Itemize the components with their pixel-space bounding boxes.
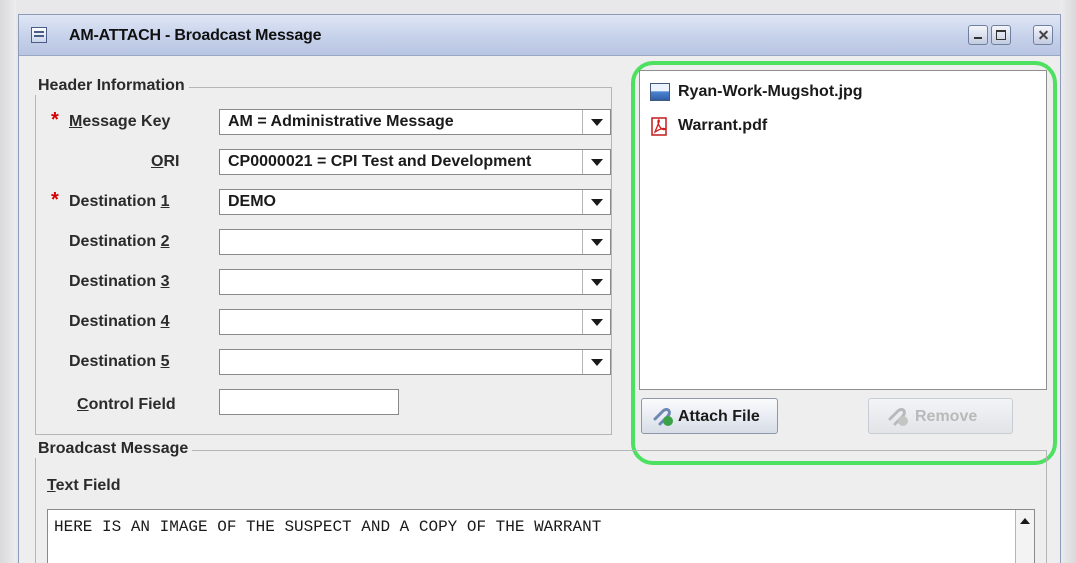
- destination-5-combo[interactable]: [219, 349, 611, 375]
- title-bar[interactable]: AM-ATTACH - Broadcast Message: [19, 15, 1060, 56]
- destination-1-value: DEMO: [228, 193, 276, 210]
- window-title: AM-ATTACH - Broadcast Message: [69, 27, 322, 44]
- header-information-group: Header Information: [34, 77, 612, 435]
- background-right: [1060, 0, 1076, 563]
- destination-2-label: Destination 2: [69, 233, 170, 250]
- chevron-down-icon[interactable]: [582, 150, 610, 174]
- message-key-value: AM = Administrative Message: [228, 113, 454, 130]
- text-field-area[interactable]: HERE IS AN IMAGE OF THE SUSPECT AND A CO…: [47, 509, 1035, 563]
- message-key-combo[interactable]: AM = Administrative Message: [219, 109, 611, 135]
- pdf-file-icon: [650, 117, 670, 136]
- message-key-label: Message Key: [69, 113, 171, 130]
- image-file-icon: [650, 83, 670, 101]
- background-left: [0, 0, 16, 563]
- maximize-button[interactable]: [991, 25, 1011, 45]
- attachment-filename: Warrant.pdf: [678, 117, 768, 134]
- destination-5-label: Destination 5: [69, 353, 170, 370]
- scroll-up-icon[interactable]: [1020, 518, 1030, 524]
- header-information-title: Header Information: [34, 77, 189, 95]
- text-field-value: HERE IS AN IMAGE OF THE SUSPECT AND A CO…: [54, 518, 602, 536]
- destination-4-label: Destination 4: [69, 313, 170, 330]
- remove-icon: [887, 408, 908, 426]
- attach-file-label: Attach File: [678, 408, 760, 425]
- required-indicator: *: [51, 189, 59, 211]
- required-indicator: *: [51, 109, 59, 131]
- destination-4-combo[interactable]: [219, 309, 611, 335]
- vertical-scrollbar[interactable]: [1015, 510, 1034, 563]
- close-button[interactable]: [1033, 25, 1053, 45]
- broadcast-message-window: AM-ATTACH - Broadcast Message Header Inf…: [18, 14, 1061, 563]
- attach-file-button[interactable]: Attach File: [641, 398, 778, 434]
- broadcast-message-title: Broadcast Message: [34, 440, 193, 458]
- text-field-label: Text Field: [47, 477, 121, 494]
- destination-3-combo[interactable]: [219, 269, 611, 295]
- control-field-input[interactable]: [219, 389, 399, 415]
- remove-button[interactable]: Remove: [868, 398, 1013, 434]
- ori-combo[interactable]: CP0000021 = CPI Test and Development: [219, 149, 611, 175]
- destination-3-label: Destination 3: [69, 273, 170, 290]
- attachment-filename: Ryan-Work-Mugshot.jpg: [678, 83, 863, 100]
- chevron-down-icon[interactable]: [582, 110, 610, 134]
- attachment-list[interactable]: Ryan-Work-Mugshot.jpg Warrant.pdf: [639, 70, 1047, 390]
- ori-label: ORI: [151, 153, 180, 170]
- attach-icon: [652, 408, 673, 426]
- ori-value: CP0000021 = CPI Test and Development: [228, 153, 532, 170]
- chevron-down-icon[interactable]: [582, 350, 610, 374]
- chevron-down-icon[interactable]: [582, 230, 610, 254]
- chevron-down-icon[interactable]: [582, 190, 610, 214]
- remove-label: Remove: [915, 408, 978, 425]
- destination-1-combo[interactable]: DEMO: [219, 189, 611, 215]
- destination-2-combo[interactable]: [219, 229, 611, 255]
- window-menu-icon[interactable]: [31, 27, 47, 43]
- destination-1-label: Destination 1: [69, 193, 170, 210]
- minimize-button[interactable]: [968, 25, 988, 45]
- chevron-down-icon[interactable]: [582, 270, 610, 294]
- control-field-label: Control Field: [77, 396, 176, 413]
- chevron-down-icon[interactable]: [582, 310, 610, 334]
